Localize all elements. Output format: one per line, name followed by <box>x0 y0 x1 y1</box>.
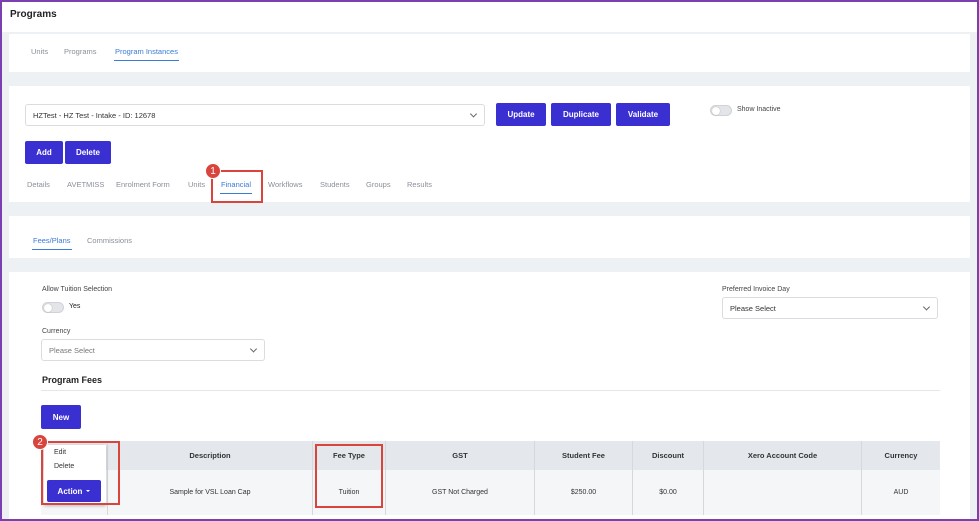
instance-select-value: HZTest - HZ Test - Intake - ID: 12678 <box>33 110 156 120</box>
update-button[interactable]: Update <box>496 103 546 126</box>
page-title: Programs <box>10 9 57 20</box>
chevron-down-icon <box>469 110 478 118</box>
currency-label: Currency <box>42 328 71 335</box>
chevron-down-icon <box>922 303 931 311</box>
financial-tabs-card: Fees/Plans Commissions <box>9 216 970 258</box>
action-menu-callout-box <box>41 441 120 505</box>
table-header-student-fee: Student Fee <box>535 441 633 470</box>
allow-tuition-label: Allow Tuition Selection <box>42 286 113 293</box>
tab-details[interactable]: Details <box>27 180 50 189</box>
table-cell-student-fee: $250.00 <box>535 470 633 515</box>
top-tabs-card: Units Programs Program Instances <box>9 34 970 72</box>
tab-groups[interactable]: Groups <box>366 180 391 189</box>
tab-results[interactable]: Results <box>407 180 432 189</box>
instance-select[interactable]: HZTest - HZ Test - Intake - ID: 12678 <box>25 104 485 126</box>
new-fee-button[interactable]: New <box>41 405 81 429</box>
program-fees-table: Description Fee Type GST Student Fee Dis… <box>41 441 940 515</box>
table-cell-xero-account-code <box>704 470 862 515</box>
preferred-invoice-label: Preferred Invoice Day <box>722 286 790 293</box>
tab-students[interactable]: Students <box>320 180 350 189</box>
allow-tuition-value: Yes <box>69 303 81 310</box>
step-1-badge: 1 <box>205 163 221 179</box>
tab-units[interactable]: Units <box>31 47 48 56</box>
table-header-xero-account-code: Xero Account Code <box>704 441 862 470</box>
duplicate-button[interactable]: Duplicate <box>551 103 611 126</box>
page-header: Programs <box>2 2 977 32</box>
delete-button[interactable]: Delete <box>65 141 111 164</box>
table-cell-gst: GST Not Charged <box>386 470 535 515</box>
show-inactive-toggle[interactable] <box>710 105 732 116</box>
fee-type-callout-box <box>315 444 383 508</box>
currency-placeholder: Please Select <box>49 345 95 355</box>
tab-units-instance[interactable]: Units <box>188 180 205 189</box>
step-2-badge: 2 <box>32 434 48 450</box>
allow-tuition-toggle[interactable] <box>42 302 64 313</box>
tab-enrolment-form[interactable]: Enrolment Form <box>116 180 170 189</box>
add-button[interactable]: Add <box>25 141 63 164</box>
tab-avetmiss[interactable]: AVETMISS <box>67 180 104 189</box>
tab-programs[interactable]: Programs <box>64 47 97 56</box>
table-cell-description: Sample for VSL Loan Cap <box>108 470 313 515</box>
table-header-gst: GST <box>386 441 535 470</box>
table-cell-currency: AUD <box>862 470 940 515</box>
preferred-invoice-select[interactable]: Please Select <box>722 297 938 319</box>
table-header-description: Description <box>108 441 313 470</box>
table-header-currency: Currency <box>862 441 940 470</box>
currency-select[interactable]: Please Select <box>41 339 265 361</box>
validate-button[interactable]: Validate <box>616 103 670 126</box>
preferred-invoice-placeholder: Please Select <box>730 303 776 313</box>
program-fees-heading: Program Fees <box>42 375 103 385</box>
table-cell-discount: $0.00 <box>633 470 704 515</box>
section-divider <box>41 390 940 391</box>
tab-program-instances[interactable]: Program Instances <box>114 47 179 61</box>
table-header-discount: Discount <box>633 441 704 470</box>
tab-commissions[interactable]: Commissions <box>87 236 132 245</box>
show-inactive-label: Show Inactive <box>737 106 781 113</box>
chevron-down-icon <box>249 345 258 353</box>
tab-fees-plans[interactable]: Fees/Plans <box>32 236 72 250</box>
tab-workflows[interactable]: Workflows <box>268 180 302 189</box>
